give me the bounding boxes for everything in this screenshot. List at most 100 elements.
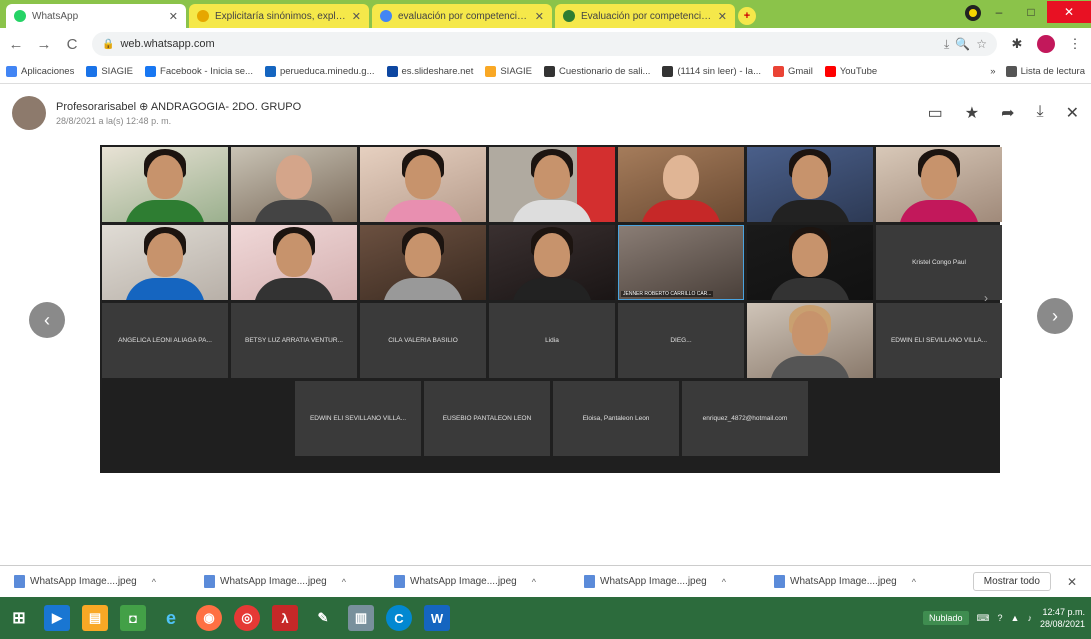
tab-close-icon[interactable]: ✕ [352,10,361,23]
volume-icon[interactable]: ♪ [1027,613,1032,623]
new-tab-button[interactable]: + [738,7,756,25]
download-item[interactable]: WhatsApp Image....jpeg ^ [14,575,204,588]
paint-icon[interactable]: ✎ [310,605,336,631]
reload-button[interactable]: C [64,36,80,53]
tab-close-icon[interactable]: ✕ [535,10,544,23]
close-window-button[interactable]: ✕ [1047,1,1091,23]
participant-body [641,200,721,222]
back-button[interactable]: ← [8,36,24,53]
download-icon[interactable]: ⤓ [1037,103,1044,123]
word-icon[interactable]: W [424,605,450,631]
download-item[interactable]: WhatsApp Image....jpeg ^ [774,575,964,588]
bookmark-star-icon[interactable]: ☆ [976,37,987,51]
download-item[interactable]: WhatsApp Image....jpeg ^ [584,575,774,588]
participant-name: EDWIN ELI SEVILLANO VILLA... [309,415,407,422]
store-icon[interactable]: ◘ [120,605,146,631]
participant-tile: Eloisa, Pantaleon Leon [553,381,679,456]
help-icon[interactable]: ? [998,613,1003,623]
github-icon [544,66,556,77]
tab-evaluacion-2[interactable]: Evaluación por competencias - 1... ✕ [555,4,735,28]
windows-start-icon[interactable]: ⊞ [6,605,32,631]
show-all-downloads-button[interactable]: Mostrar todo [972,572,1051,591]
edge-icon[interactable]: C [386,605,412,631]
bookmark-facebook[interactable]: Facebook - Inicia se... [145,66,253,77]
profile-indicator-icon[interactable] [965,5,981,21]
bookmark-apps[interactable]: Aplicaciones [6,66,74,77]
bookmark-slideshare[interactable]: es.slideshare.net [386,66,473,77]
participant-body [512,278,592,300]
participant-face [405,155,441,199]
minimize-button[interactable]: – [983,5,1015,19]
keyboard-icon[interactable]: ⌨ [977,613,990,624]
youtube-icon [824,66,836,77]
chevron-up-icon[interactable]: ^ [152,577,156,587]
forward-icon[interactable]: ➦ [1001,103,1014,123]
tab-evaluacion-1[interactable]: evaluación por competencias - 1... ✕ [372,4,552,28]
notepad-icon[interactable]: ▥ [348,605,374,631]
participant-body [770,200,850,222]
bookmark-perueduca[interactable]: perueduca.minedu.g... [264,66,375,77]
participant-tile [489,147,615,222]
bookmark-inbox[interactable]: (1114 sin leer) - Ia... [662,66,761,77]
chrome-profile-avatar[interactable] [1037,35,1055,53]
bookmark-cuestionario[interactable]: Cuestionario de sali... [544,66,650,77]
file-explorer-icon[interactable]: ▤ [82,605,108,631]
network-icon[interactable]: ▲ [1011,613,1020,623]
chrome-menu-icon[interactable]: ⋮ [1067,36,1083,52]
participant-name: JENNER ROBERTO CARRILLO CAR... [621,291,714,297]
close-shelf-icon[interactable]: ✕ [1067,575,1077,589]
bookmark-gmail[interactable]: Gmail [773,66,813,77]
participant-body [125,200,205,222]
url-text[interactable]: web.whatsapp.com [120,38,938,50]
maximize-button[interactable]: □ [1015,5,1047,19]
tab-close-icon[interactable]: ✕ [718,10,727,23]
download-item[interactable]: WhatsApp Image....jpeg ^ [204,575,394,588]
forward-button[interactable]: → [36,36,52,53]
lock-icon[interactable]: 🔒 [102,39,114,50]
participant-tile [618,147,744,222]
install-app-icon[interactable]: ⤓ [944,37,949,52]
bookmark-siagie-2[interactable]: SIAGIE [485,66,532,77]
bookmark-youtube[interactable]: YouTube [824,66,877,77]
omnibox[interactable]: 🔒 web.whatsapp.com ⤓ 🔍 ☆ [92,32,997,56]
participant-face [405,233,441,277]
tab-whatsapp[interactable]: WhatsApp ✕ [6,4,186,28]
internet-explorer-icon[interactable]: e [158,605,184,631]
window-controls: – □ ✕ [983,0,1091,24]
close-icon[interactable]: ✕ [1066,103,1079,123]
chevron-up-icon[interactable]: ^ [342,577,346,587]
browser-tab-bar: WhatsApp ✕ Explicitaría sinónimos, expli… [0,0,1091,28]
download-item[interactable]: WhatsApp Image....jpeg ^ [394,575,584,588]
participant-name: CILA VALERIA BASILIO [388,337,458,344]
tab-sinonimos[interactable]: Explicitaría sinónimos, explicat... ✕ [189,4,369,28]
image-file-icon [14,575,25,588]
star-icon[interactable]: ★ [965,103,979,123]
chevron-up-icon[interactable]: ^ [912,577,916,587]
image-file-icon [774,575,785,588]
bookmark-siagie[interactable]: SIAGIE [86,66,133,77]
weather-widget[interactable]: Nublado [922,611,969,625]
media-app-icon[interactable]: ▶ [44,605,70,631]
bookmark-favicon-icon [86,66,98,77]
chrome-icon[interactable]: ◎ [234,605,260,631]
firefox-icon[interactable]: ◉ [196,605,222,631]
participant-face [276,155,312,199]
chevron-up-icon[interactable]: ^ [722,577,726,587]
chat-bubble-icon[interactable]: ▭ [928,103,943,123]
zoom-icon[interactable]: 🔍 [955,37,970,51]
chevron-up-icon[interactable]: ^ [532,577,536,587]
bookmarks-overflow-icon[interactable]: » [990,66,995,77]
extensions-puzzle-icon[interactable]: ✱ [1009,36,1025,52]
previous-media-button[interactable]: ‹ [29,302,65,338]
participant-tile: CILA VALERIA BASILIO [360,303,486,378]
participant-name: DIEG... [670,337,692,344]
next-media-button[interactable]: › [1037,298,1073,334]
sender-avatar[interactable] [12,96,46,130]
participant-body [254,200,334,222]
system-clock[interactable]: 12:47 p.m. 28/08/2021 [1040,606,1085,630]
acrobat-icon[interactable]: λ [272,605,298,631]
system-tray: Nublado ⌨ ? ▲ ♪ 12:47 p.m. 28/08/2021 [922,606,1085,630]
reading-list[interactable]: Lista de lectura [1005,66,1085,77]
participant-face [534,233,570,277]
tab-close-icon[interactable]: ✕ [169,10,178,23]
